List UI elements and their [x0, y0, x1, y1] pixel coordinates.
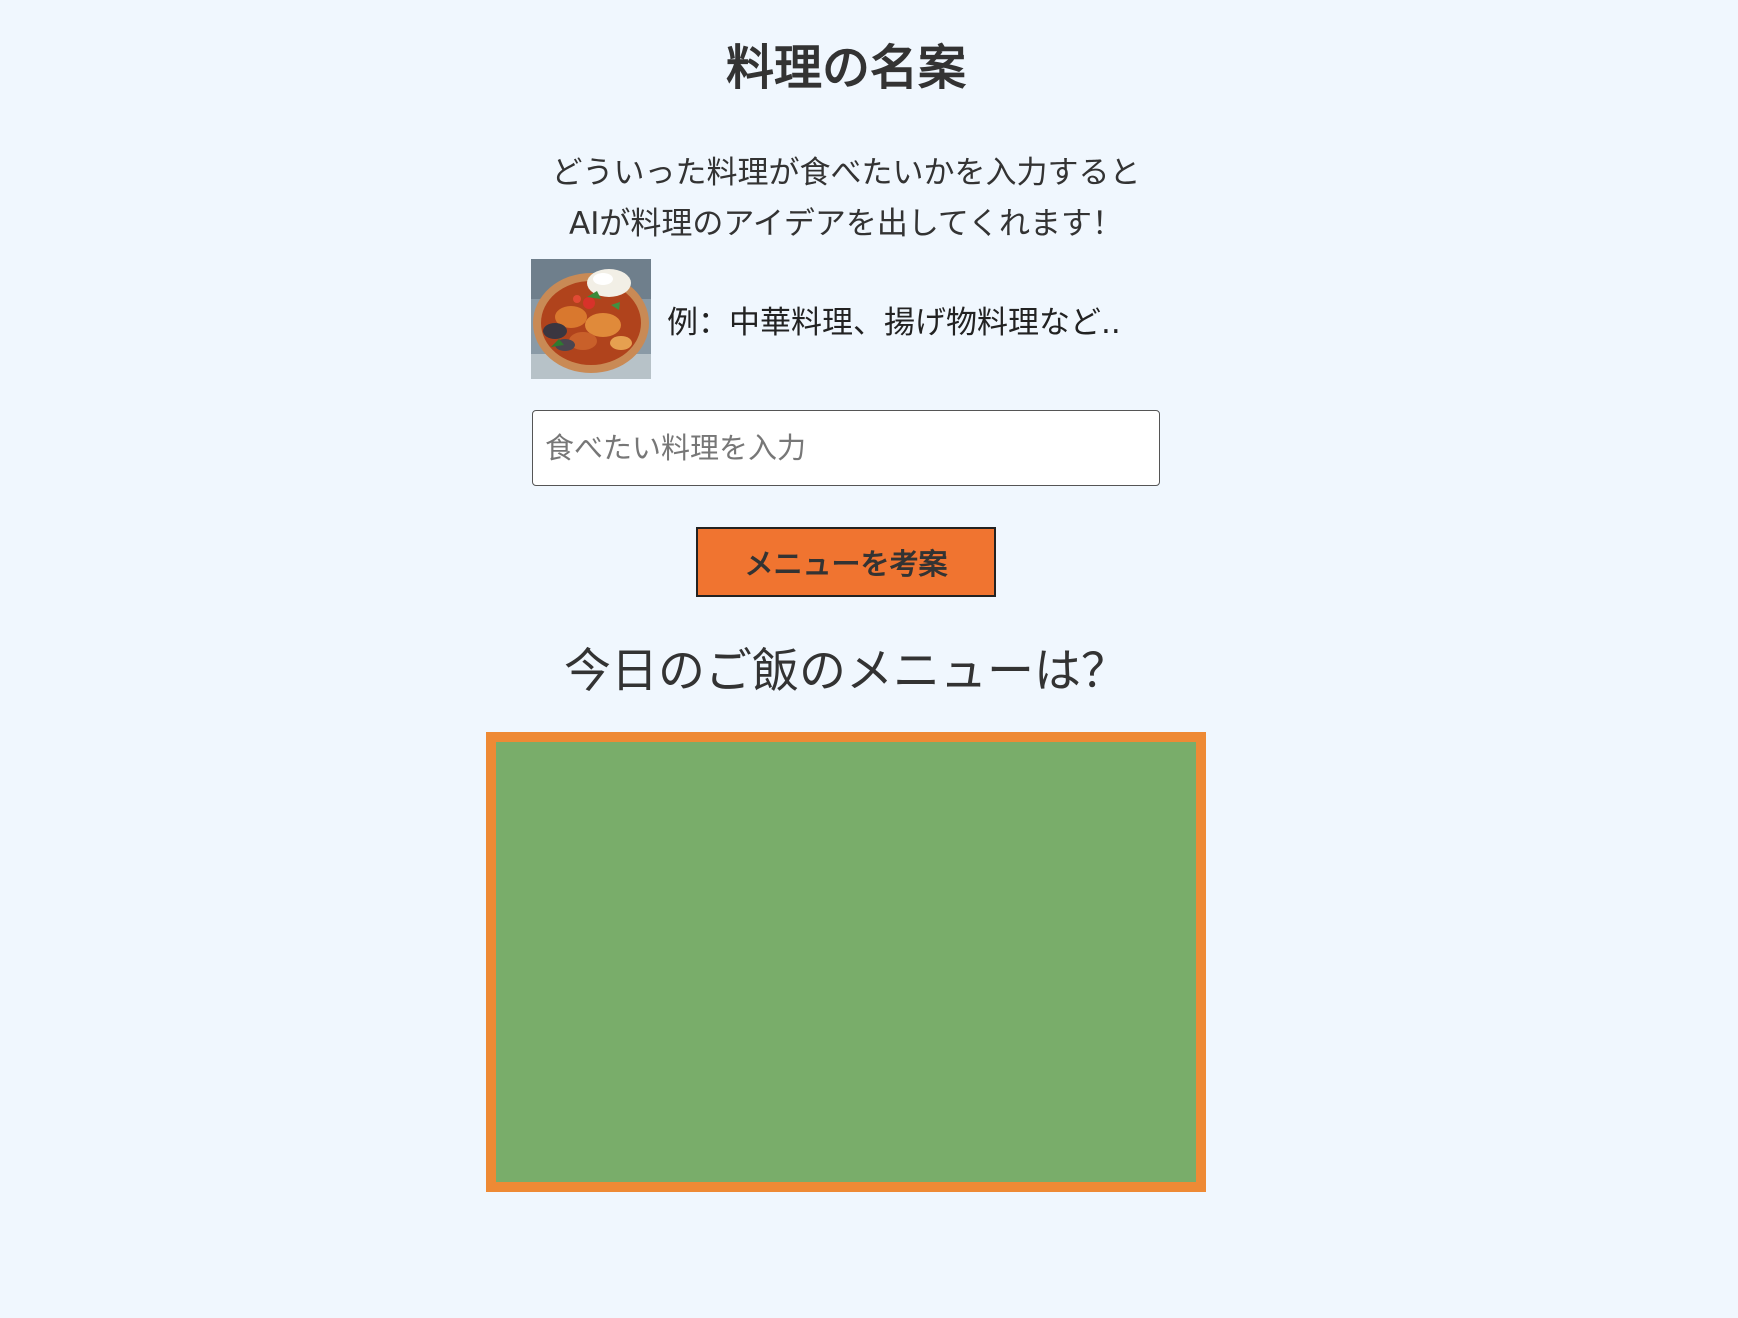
- description: どういった料理が食べたいかを入力すると AIが料理のアイデアを出してくれます！: [0, 148, 1692, 250]
- page: 料理の名案 どういった料理が食べたいかを入力すると AIが料理のアイデアを出して…: [0, 0, 1738, 1318]
- menu-result-panel: [486, 732, 1206, 1192]
- dish-input[interactable]: [532, 410, 1160, 486]
- description-line-2: AIが料理のアイデアを出してくれます！: [569, 206, 1123, 242]
- example-row: 例：中華料理、揚げ物料理など..: [531, 259, 1121, 379]
- result-heading: 今日のご飯のメニューは？: [564, 644, 1128, 699]
- suggest-menu-button[interactable]: メニューを考案: [696, 527, 996, 597]
- page-title: 料理の名案: [725, 40, 966, 96]
- example-text: 例：中華料理、揚げ物料理など..: [667, 304, 1121, 341]
- food-dish-image: [531, 259, 651, 379]
- description-line-1: どういった料理が食べたいかを入力すると: [551, 155, 1141, 191]
